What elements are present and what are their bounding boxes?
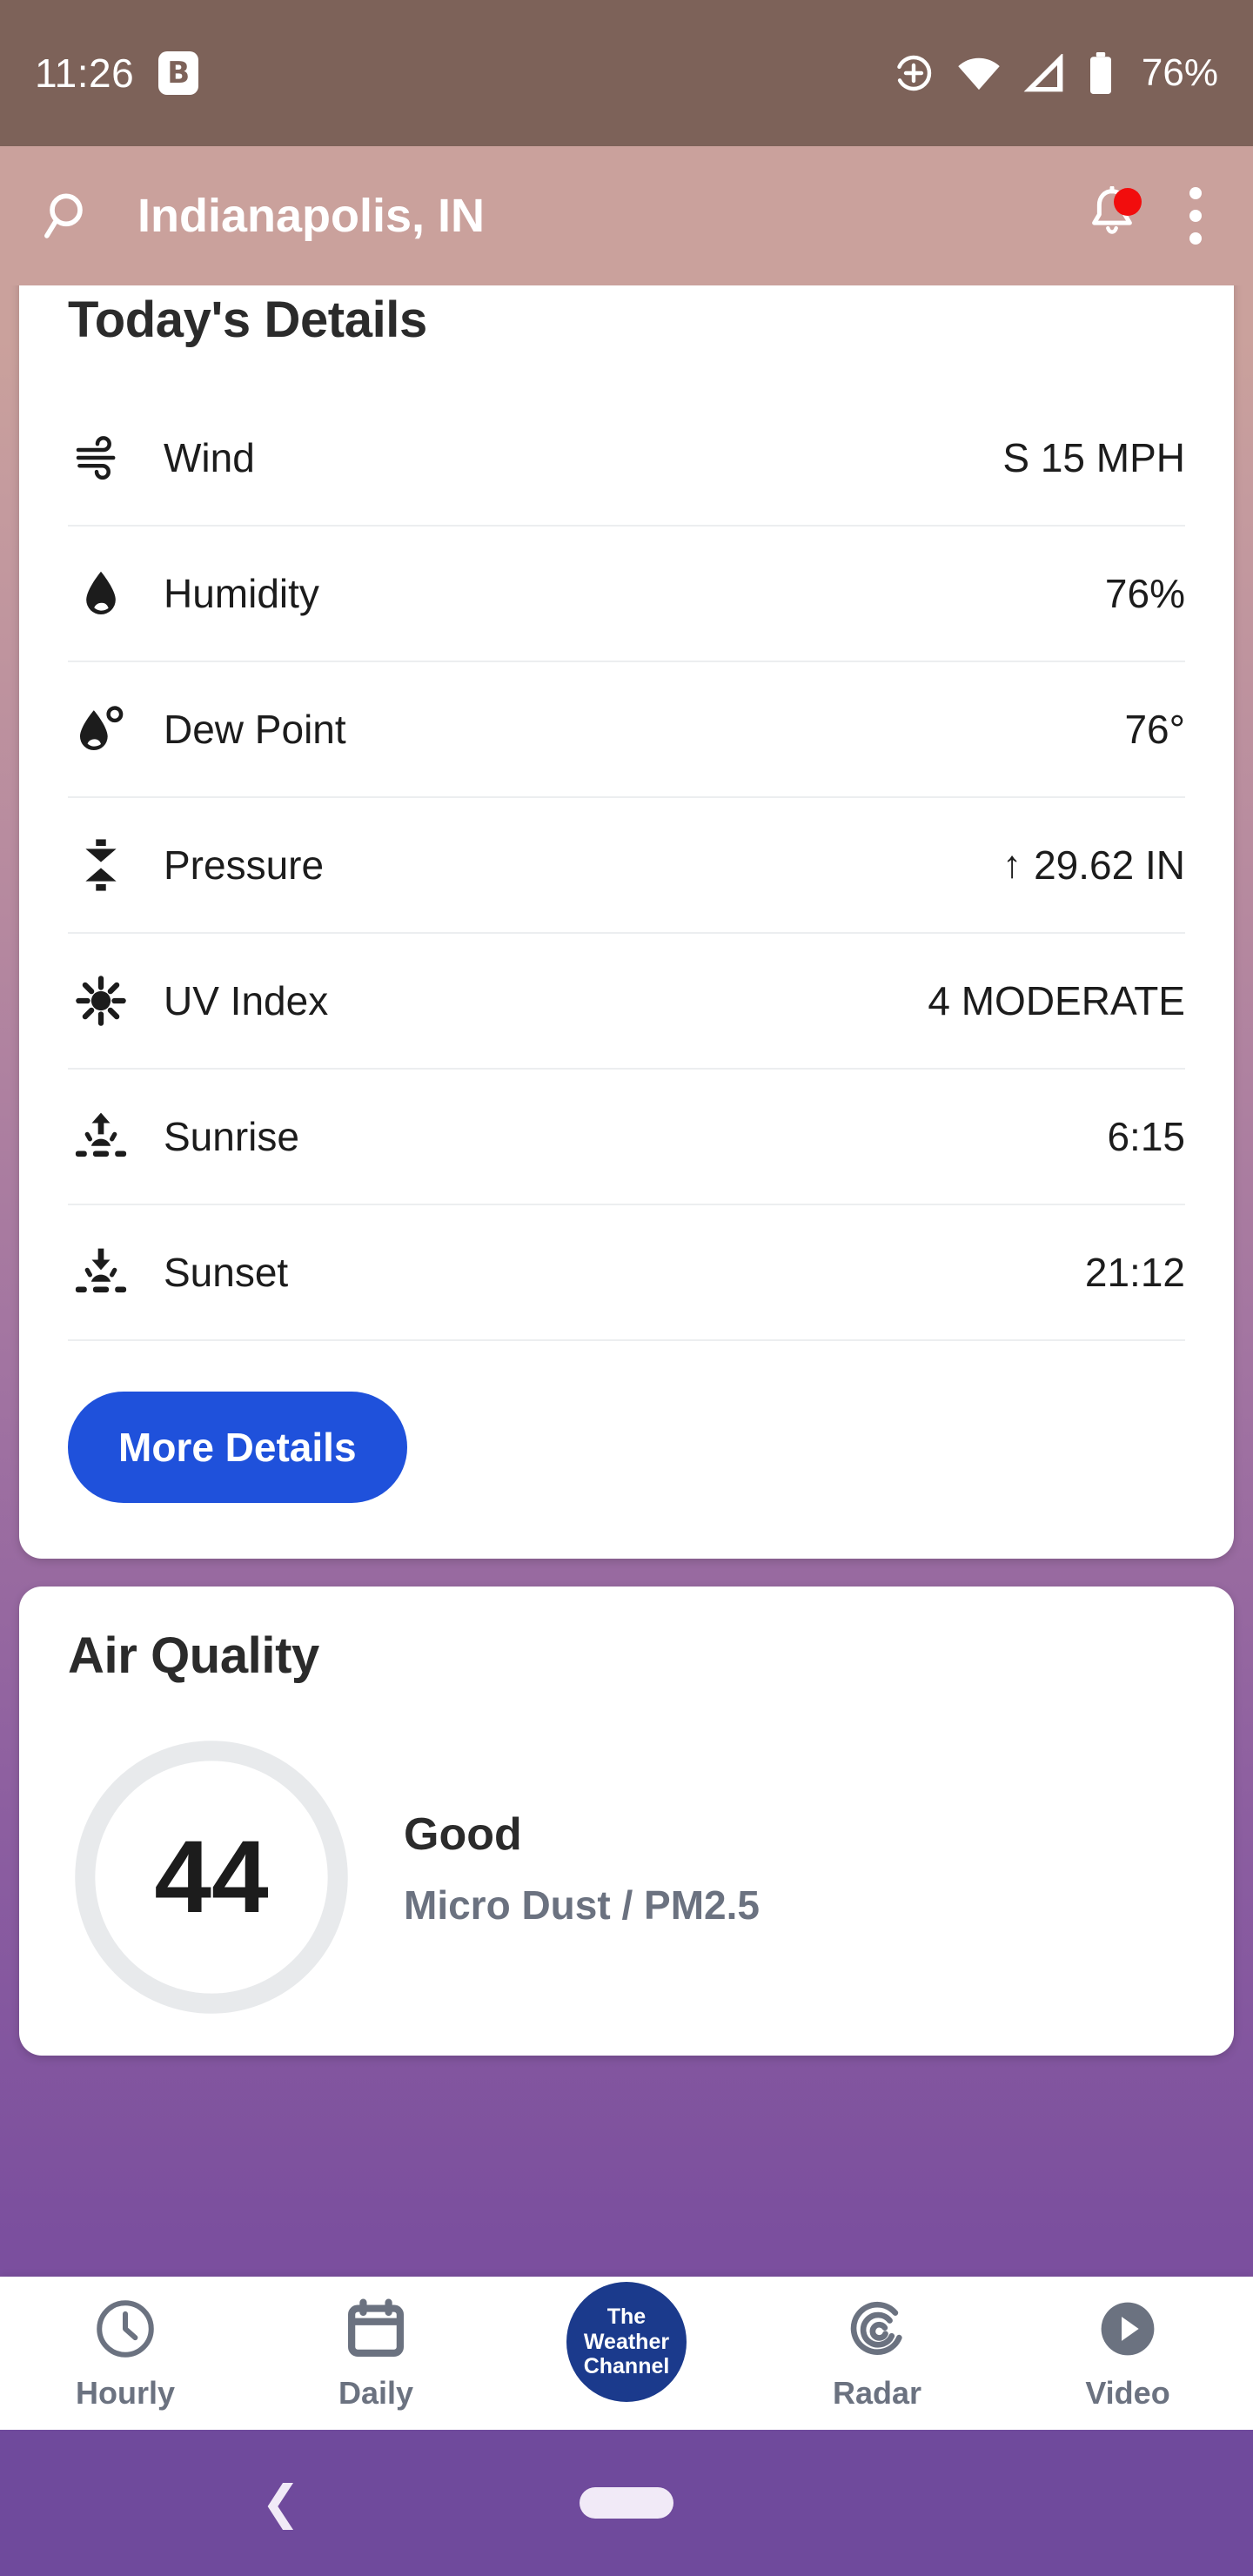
detail-value: 6:15 [1107, 1113, 1185, 1160]
detail-row-sunrise[interactable]: Sunrise 6:15 [68, 1070, 1185, 1205]
status-bar-clock: 11:26 [35, 50, 135, 96]
calendar-icon [343, 2296, 409, 2366]
kebab-menu-icon[interactable] [1187, 187, 1204, 245]
detail-label: Humidity [164, 571, 319, 616]
todays-details-title: Today's Details [68, 292, 427, 348]
detail-row-uv-index[interactable]: UV Index 4 MODERATE [68, 934, 1185, 1070]
details-row-list: Wind S 15 MPH Humidity 76% Dew Point 76°… [68, 391, 1185, 1341]
detail-label: Sunrise [164, 1114, 299, 1159]
more-details-button[interactable]: More Details [68, 1392, 407, 1503]
logo-line-2: Weather [583, 2329, 670, 2354]
status-bar-indicators: 76% [893, 51, 1218, 95]
detail-value-text: 6:15 [1107, 1114, 1185, 1159]
nav-item-daily[interactable]: Daily [251, 2296, 501, 2412]
detail-value-text: 76% [1104, 571, 1185, 616]
detail-label: Sunset [164, 1250, 289, 1295]
nav-label: Daily [338, 2374, 414, 2411]
scroll-surface[interactable]: Today's Details Wind S 15 MPH Humidity 7… [0, 146, 1253, 2576]
cell-signal-icon [1023, 54, 1065, 92]
sunrise-icon [68, 1110, 134, 1163]
more-details-button-wrap: More Details [68, 1341, 1185, 1559]
detail-value-text: 21:12 [1084, 1250, 1185, 1295]
air-quality-text: Good Micro Dust / PM2.5 [404, 1734, 760, 1929]
air-quality-card[interactable]: Air Quality 44 Good Micro Dust / PM2.5 [19, 1587, 1234, 2056]
air-quality-gauge: 44 [68, 1734, 355, 2021]
uv-sun-icon [68, 976, 134, 1026]
location-add-icon [893, 52, 935, 94]
detail-label: Pressure [164, 842, 325, 888]
detail-value-text: S 15 MPH [1002, 435, 1185, 480]
detail-value: S 15 MPH [1002, 434, 1185, 481]
bell-icon[interactable] [1084, 185, 1142, 245]
droplet-icon [68, 569, 134, 618]
dewpoint-icon [68, 705, 134, 754]
detail-value-text: 29.62 IN [1034, 842, 1185, 888]
weather-channel-logo: The Weather Channel [566, 2282, 687, 2402]
sunset-icon [68, 1246, 134, 1298]
detail-label: Wind [164, 435, 255, 480]
air-quality-body: 44 Good Micro Dust / PM2.5 [68, 1734, 1185, 2056]
search-icon[interactable] [38, 184, 101, 247]
pressure-icon [68, 838, 134, 892]
detail-value: 76° [1124, 706, 1185, 753]
nav-label: Video [1085, 2374, 1170, 2411]
video-play-icon [1095, 2296, 1161, 2366]
detail-value: 76% [1105, 570, 1185, 617]
air-quality-pollutant: Micro Dust / PM2.5 [404, 1882, 760, 1928]
battery-icon [1088, 52, 1114, 94]
app-bar-actions [1084, 185, 1215, 245]
air-quality-category: Good [404, 1809, 522, 1860]
logo-line-1: The [606, 2304, 647, 2330]
nav-item-video[interactable]: Video [1002, 2296, 1253, 2412]
detail-row-dew-point[interactable]: Dew Point 76° [68, 662, 1185, 798]
todays-details-card: Today's Details Wind S 15 MPH Humidity 7… [19, 251, 1234, 1559]
detail-row-wind[interactable]: Wind S 15 MPH [68, 391, 1185, 527]
page-title[interactable]: Indianapolis, IN [137, 189, 485, 243]
air-quality-index-value: 44 [154, 1820, 269, 1935]
home-pill-icon[interactable] [580, 2487, 673, 2519]
wind-icon [68, 435, 134, 480]
pressure-trend-arrow-icon: ↑ [1002, 843, 1022, 886]
detail-label: UV Index [164, 978, 329, 1023]
detail-value: 4 MODERATE [928, 977, 1185, 1024]
nav-label: Hourly [75, 2374, 175, 2411]
back-chevron-icon[interactable]: ❮ [261, 2479, 300, 2526]
app-badge-icon: B [158, 51, 199, 95]
system-status-bar: 11:26 B 76% [0, 0, 1253, 146]
wifi-icon [957, 54, 1001, 92]
nav-item-radar[interactable]: Radar [752, 2296, 1002, 2412]
nav-item-hourly[interactable]: Hourly [0, 2296, 251, 2412]
logo-line-3: Channel [583, 2354, 670, 2379]
nav-item-weather-channel-home[interactable]: The Weather Channel [501, 2282, 752, 2402]
air-quality-title: Air Quality [68, 1627, 319, 1684]
nav-label: Radar [832, 2374, 922, 2411]
clock-icon [92, 2296, 158, 2366]
battery-percent-label: 76% [1141, 51, 1218, 94]
detail-row-sunset[interactable]: Sunset 21:12 [68, 1205, 1185, 1341]
detail-value: 21:12 [1085, 1249, 1185, 1296]
notification-badge-dot [1114, 188, 1142, 216]
bottom-navigation-bar: Hourly Daily The Weather Channel Radar V… [0, 2277, 1253, 2430]
detail-row-pressure[interactable]: Pressure ↑ 29.62 IN [68, 798, 1185, 934]
detail-label: Dew Point [164, 707, 346, 752]
detail-value-text: 4 MODERATE [928, 978, 1185, 1023]
detail-value-text: 76° [1124, 707, 1185, 752]
detail-value: ↑ 29.62 IN [1002, 842, 1185, 889]
android-system-nav-bar: ❮ [0, 2430, 1253, 2576]
radar-icon [844, 2296, 910, 2366]
detail-row-humidity[interactable]: Humidity 76% [68, 527, 1185, 662]
app-header-bar: Indianapolis, IN [0, 146, 1253, 285]
